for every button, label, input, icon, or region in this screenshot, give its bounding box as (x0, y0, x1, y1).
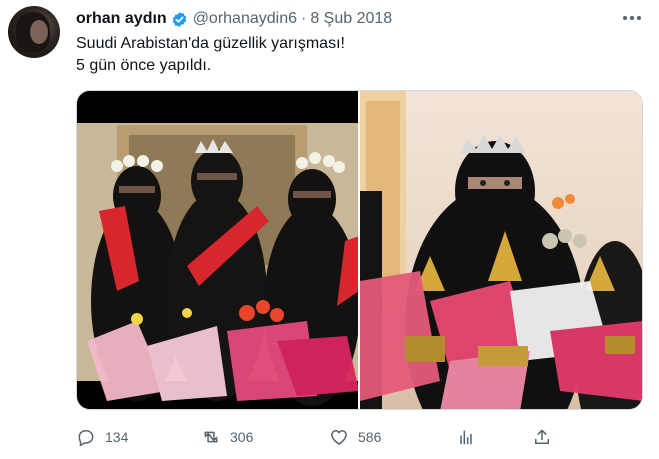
photo-right[interactable] (360, 91, 642, 409)
tweet-line-2: 5 gün önce yapıldı. (76, 57, 212, 74)
verified-icon (172, 11, 186, 27)
analytics-button[interactable] (456, 424, 476, 450)
like-button[interactable]: 586 (329, 424, 381, 450)
tweet-text: Suudi Arabistan'da güzellik yarışması! 5… (76, 33, 345, 77)
retweet-button[interactable]: 306 (201, 424, 253, 450)
more-icon[interactable] (619, 8, 645, 28)
analytics-icon (460, 430, 472, 445)
avatar-face (30, 20, 48, 44)
tweet-date[interactable]: 8 Şub 2018 (310, 10, 392, 28)
reply-button[interactable]: 134 (76, 424, 128, 450)
tweet-media (76, 90, 643, 410)
tweet-actions: 134 306 586 (76, 424, 576, 450)
photo-left[interactable] (77, 91, 358, 409)
author-handle[interactable]: @orhanaydin6 (193, 10, 297, 28)
share-icon (535, 429, 549, 444)
share-button[interactable] (532, 424, 552, 450)
retweet-count: 306 (230, 429, 254, 445)
tweet-line-1: Suudi Arabistan'da güzellik yarışması! (76, 35, 345, 52)
photo-right-art (360, 91, 642, 409)
reply-icon (78, 430, 94, 447)
like-count: 586 (358, 429, 382, 445)
photo-left-art (77, 91, 358, 409)
tweet-header: orhan aydın @orhanaydin6 · 8 Şub 2018 (76, 8, 392, 30)
dot-separator: · (301, 10, 307, 27)
like-icon (331, 430, 347, 445)
reply-count: 134 (105, 429, 129, 445)
author-avatar[interactable] (8, 6, 60, 58)
author-name[interactable]: orhan aydın (76, 10, 167, 28)
retweet-icon (204, 431, 218, 443)
